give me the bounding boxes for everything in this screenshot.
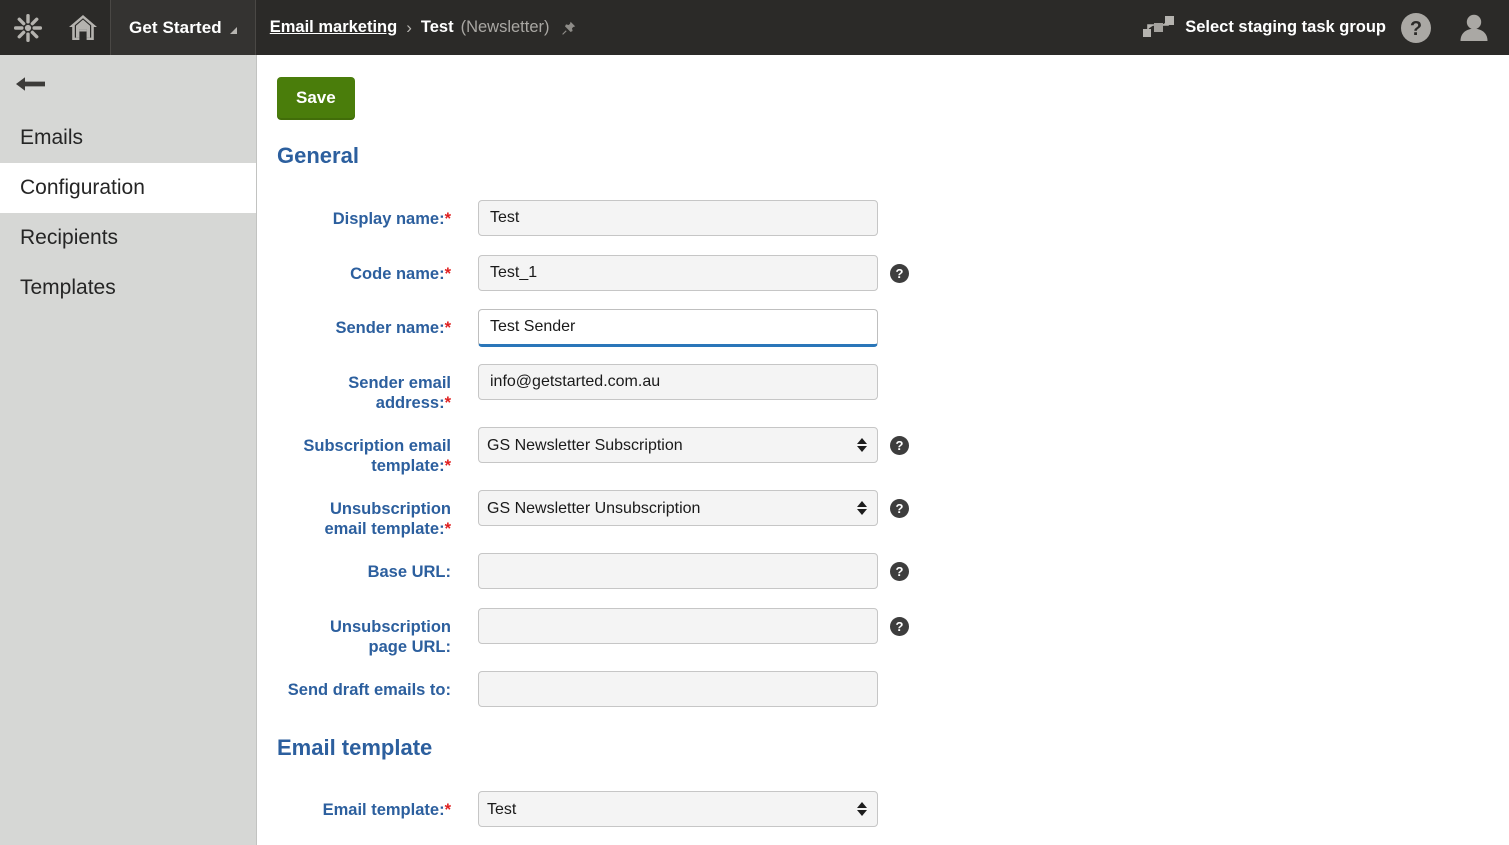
- label-text-line2: email template:: [324, 520, 444, 538]
- app-logo[interactable]: [0, 0, 55, 55]
- label-text: Display name:: [333, 210, 445, 228]
- sidebar-item-configuration[interactable]: Configuration: [0, 163, 256, 213]
- field-row-unsubscription-page-url: Unsubscription page URL: ?: [258, 608, 909, 657]
- send-draft-emails-input[interactable]: [478, 671, 878, 707]
- staging-task-group-icon: [1139, 13, 1177, 43]
- chevron-down-icon: [230, 27, 237, 34]
- required-marker: *: [445, 457, 451, 475]
- sidebar-item-templates[interactable]: Templates: [0, 263, 256, 313]
- label-code-name: Code name:*: [258, 255, 451, 284]
- code-name-input[interactable]: [478, 255, 878, 291]
- label-text-line2: template:: [371, 457, 444, 475]
- user-menu-button[interactable]: [1446, 11, 1501, 45]
- sender-email-input[interactable]: [478, 364, 878, 400]
- home-icon: [67, 13, 99, 43]
- sidebar-item-label: Templates: [20, 276, 116, 300]
- top-bar: Get Started Email marketing › Test (News…: [0, 0, 1509, 55]
- sidebar-back-button[interactable]: [0, 55, 256, 113]
- field-row-subscription-template: Subscription email template:* GS Newslet…: [258, 427, 909, 476]
- display-name-input[interactable]: [478, 200, 878, 236]
- label-text-line1: Subscription email: [303, 437, 451, 455]
- label-text-line1: Unsubscription: [330, 500, 451, 518]
- help-icon[interactable]: ?: [890, 264, 909, 283]
- unsubscription-template-select[interactable]: GS Newsletter Unsubscription: [478, 490, 878, 526]
- help-icon[interactable]: ?: [890, 436, 909, 455]
- save-button[interactable]: Save: [277, 77, 355, 120]
- breadcrumb: Email marketing › Test (Newsletter): [270, 18, 1139, 38]
- label-text-line2: address:: [376, 394, 445, 412]
- breadcrumb-current: Test: [421, 18, 454, 37]
- sidebar-item-emails[interactable]: Emails: [0, 113, 256, 163]
- sidebar-item-label: Recipients: [20, 226, 118, 250]
- label-text-line1: Unsubscription: [330, 618, 451, 636]
- user-avatar-icon: [1457, 11, 1491, 45]
- label-sender-name: Sender name:*: [258, 309, 451, 338]
- sidebar: Emails Configuration Recipients Template…: [0, 55, 257, 845]
- unsubscription-page-url-input[interactable]: [478, 608, 878, 644]
- subscription-template-select[interactable]: GS Newsletter Subscription: [478, 427, 878, 463]
- help-circle-icon: ?: [1399, 11, 1433, 45]
- email-template-select[interactable]: Test: [478, 791, 878, 827]
- help-icon[interactable]: ?: [890, 562, 909, 581]
- base-url-input[interactable]: [478, 553, 878, 589]
- topbar-right-actions: Select staging task group ?: [1139, 11, 1509, 45]
- sender-name-input[interactable]: [478, 309, 878, 347]
- breadcrumb-current-type: (Newsletter): [461, 18, 550, 37]
- field-row-code-name: Code name:* ?: [258, 255, 909, 291]
- sidebar-item-recipients[interactable]: Recipients: [0, 213, 256, 263]
- label-text-line1: Sender email: [348, 374, 451, 392]
- application-switcher[interactable]: Get Started: [110, 0, 256, 55]
- pin-icon[interactable]: [561, 20, 577, 36]
- required-marker: *: [445, 210, 451, 228]
- field-row-send-draft-emails: Send draft emails to:: [258, 671, 878, 707]
- help-icon[interactable]: ?: [890, 617, 909, 636]
- label-text: Send draft emails to:: [288, 681, 451, 699]
- label-text-line2: page URL:: [369, 638, 452, 656]
- staging-task-group-label: Select staging task group: [1185, 18, 1386, 37]
- field-row-sender-email: Sender email address:*: [258, 364, 878, 413]
- home-button[interactable]: [55, 0, 110, 55]
- svg-text:?: ?: [1410, 18, 1422, 40]
- section-heading-email-template: Email template: [277, 735, 432, 761]
- label-text: Base URL:: [368, 563, 451, 581]
- breadcrumb-parent-link[interactable]: Email marketing: [270, 18, 397, 37]
- main-content: Save General Display name:* Code name:* …: [258, 55, 1509, 845]
- breadcrumb-separator-icon: ›: [406, 18, 412, 38]
- back-arrow-icon: [14, 74, 48, 94]
- help-icon[interactable]: ?: [890, 499, 909, 518]
- label-display-name: Display name:*: [258, 200, 451, 229]
- sidebar-item-label: Configuration: [20, 176, 145, 200]
- asterisk-logo-icon: [13, 13, 43, 43]
- required-marker: *: [445, 319, 451, 337]
- label-text: Email template:: [323, 801, 445, 819]
- label-text: Code name:: [350, 265, 444, 283]
- field-row-unsubscription-template: Unsubscription email template:* GS Newsl…: [258, 490, 909, 539]
- staging-task-group-selector[interactable]: Select staging task group: [1139, 13, 1386, 43]
- application-name: Get Started: [129, 18, 222, 38]
- label-base-url: Base URL:: [258, 553, 451, 582]
- required-marker: *: [445, 394, 451, 412]
- required-marker: *: [445, 520, 451, 538]
- help-button[interactable]: ?: [1386, 11, 1446, 45]
- label-unsubscription-page-url: Unsubscription page URL:: [258, 608, 451, 657]
- label-unsubscription-template: Unsubscription email template:*: [258, 490, 451, 539]
- required-marker: *: [445, 265, 451, 283]
- field-row-display-name: Display name:*: [258, 200, 878, 236]
- label-send-draft-emails: Send draft emails to:: [258, 671, 451, 700]
- field-row-base-url: Base URL: ?: [258, 553, 909, 589]
- label-sender-email: Sender email address:*: [258, 364, 451, 413]
- label-text: Sender name:: [335, 319, 444, 337]
- field-row-email-template: Email template:* Test: [258, 791, 878, 827]
- section-heading-general: General: [277, 143, 359, 169]
- required-marker: *: [445, 801, 451, 819]
- label-email-template: Email template:*: [258, 791, 451, 820]
- sidebar-item-label: Emails: [20, 126, 83, 150]
- field-row-sender-name: Sender name:*: [258, 309, 878, 347]
- label-subscription-template: Subscription email template:*: [258, 427, 451, 476]
